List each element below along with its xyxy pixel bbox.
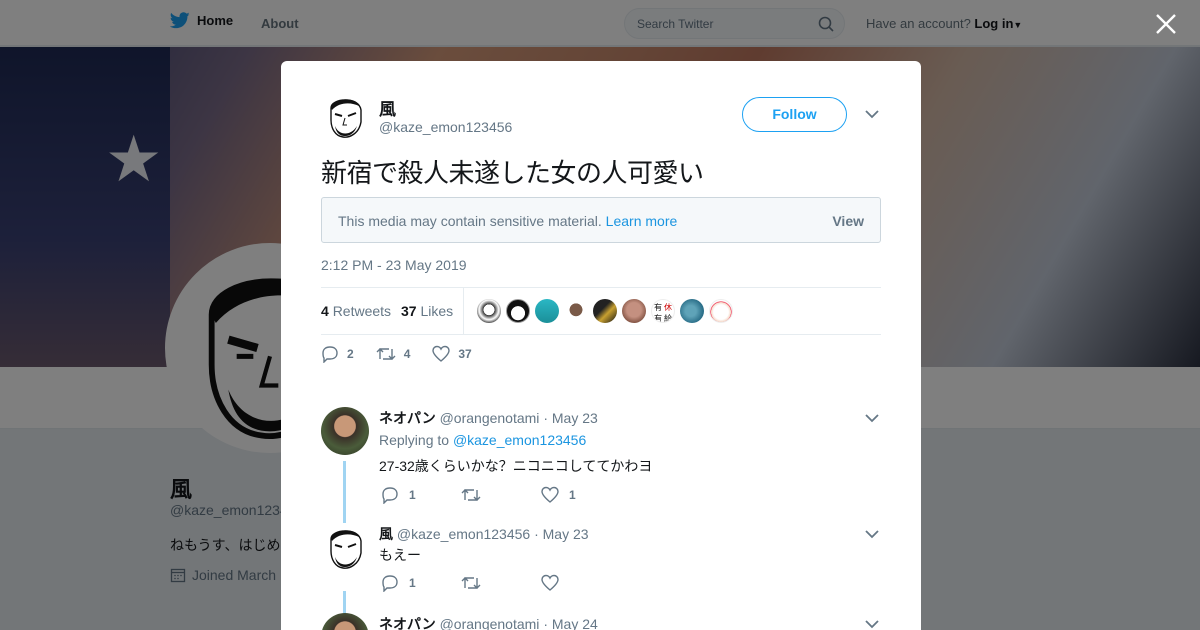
liker-avatar[interactable] [564,299,588,323]
retweets-stat[interactable]: 4 Retweets [321,303,391,319]
retweet-count: 4 [403,347,411,361]
reply-icon [382,575,398,592]
author-handle[interactable]: @kaze_emon123456 [379,119,512,135]
reply-tweet[interactable]: ネオパン @orangenotami · May 23 Replying to … [321,407,881,523]
reply-author-handle[interactable]: @orangenotami [440,410,540,426]
reply-count: 1 [409,488,416,502]
author-avatar[interactable] [321,92,369,140]
reply-avatar[interactable] [321,613,369,630]
manga-face-icon [330,530,362,569]
like-count: 37 [458,347,472,361]
heart-icon [432,345,451,362]
likes-stat[interactable]: 37 Likes [401,303,453,319]
retweet-icon [461,489,481,501]
liker-avatar[interactable] [535,299,559,323]
reply-action[interactable]: 1 [381,486,461,504]
tweet-timestamp[interactable]: 2:12 PM - 23 May 2019 [321,257,467,273]
reply-date[interactable]: · May 23 [543,410,597,426]
retweet-action[interactable] [461,574,541,592]
reply-icon [382,487,398,504]
svg-text:有: 有 [654,313,662,323]
author-name[interactable]: 風 [379,95,396,120]
liker-avatar[interactable] [709,299,733,323]
chevron-down-icon[interactable] [865,529,879,539]
like-action[interactable] [541,574,621,592]
reply-count: 2 [347,347,354,361]
likes-label: Likes [420,303,454,319]
liker-avatar[interactable] [477,299,501,323]
retweets-count: 4 [321,303,329,319]
reply-date[interactable]: · May 24 [543,616,597,630]
tweet-stats: 4 Retweets 37 Likes 有休有給 [321,287,881,335]
learn-more-link[interactable]: Learn more [606,213,678,229]
replying-to-prefix: Replying to [379,432,450,448]
reply-header: ネオパン @orangenotami · May 23 [379,408,598,428]
tweet-modal: 風 @kaze_emon123456 Follow 新宿で殺人未遂した女の人可愛… [281,61,921,630]
reply-avatar[interactable] [321,523,369,571]
svg-text:有: 有 [654,302,662,312]
liker-avatar[interactable] [622,299,646,323]
reply-tweet[interactable]: 風 @kaze_emon123456 · May 23 もえー 1 [321,523,881,621]
tweet-actions: 2 4 37 [321,345,494,363]
reply-text: もえー [379,547,421,563]
heart-icon [541,486,559,503]
likes-count: 37 [401,303,417,319]
retweet-icon [461,577,481,589]
reply-author-name[interactable]: 風 [379,526,393,542]
kanji-avatar-icon: 有休有給 [654,302,672,323]
svg-text:給: 給 [664,313,672,323]
view-button[interactable]: View [832,213,864,229]
reply-count: 1 [409,576,416,590]
manga-face-icon [321,92,369,140]
stats-divider [463,288,464,334]
svg-text:休: 休 [664,302,672,312]
replying-to: Replying to @kaze_emon123456 [379,432,586,448]
chevron-down-icon[interactable] [865,109,879,119]
follow-button[interactable]: Follow [742,97,847,132]
liker-avatar[interactable] [593,299,617,323]
retweet-icon [376,348,396,360]
liker-avatar[interactable] [506,299,530,323]
reply-avatar[interactable] [321,407,369,455]
reply-action[interactable]: 1 [381,574,461,592]
sensitive-message: This media may contain sensitive materia… [338,213,677,229]
liker-avatar[interactable]: 有休有給 [651,299,675,323]
chevron-down-icon[interactable] [865,413,879,423]
chevron-down-icon[interactable] [865,619,879,629]
close-icon[interactable] [1154,12,1178,36]
reply-text: 27-32歳くらいかな？ニコニコしててかわヨ [379,458,653,474]
reply-actions: 1 1 [381,486,621,504]
reply-author-name[interactable]: ネオパン [379,410,436,426]
like-action[interactable]: 37 [432,345,472,363]
heart-icon [541,574,559,591]
reply-action[interactable]: 2 [321,345,354,363]
like-action[interactable]: 1 [541,486,621,504]
reply-actions: 1 [381,574,621,592]
sensitive-media-notice: This media may contain sensitive materia… [321,197,881,243]
reply-header: 風 @kaze_emon123456 · May 23 [379,524,589,544]
retweet-action[interactable]: 4 [376,345,411,363]
reply-icon [322,346,338,363]
liker-avatar[interactable] [680,299,704,323]
reply-author-handle[interactable]: @kaze_emon123456 [397,526,530,542]
replying-to-link[interactable]: @kaze_emon123456 [453,432,586,448]
like-count: 1 [569,488,576,502]
reply-author-name[interactable]: ネオパン [379,616,436,630]
reply-date[interactable]: · May 23 [534,526,588,542]
tweet-text: 新宿で殺人未遂した女の人可愛い [321,159,704,189]
reply-tweet[interactable]: ネオパン @orangenotami · May 24 [321,613,881,630]
sensitive-message-text: This media may contain sensitive materia… [338,213,602,229]
reply-header: ネオパン @orangenotami · May 24 [379,614,598,630]
retweets-label: Retweets [332,303,392,319]
thread-line [343,461,346,523]
retweet-action[interactable] [461,486,541,504]
likers-avatars: 有休有給 [477,299,733,323]
reply-author-handle[interactable]: @orangenotami [440,616,540,630]
